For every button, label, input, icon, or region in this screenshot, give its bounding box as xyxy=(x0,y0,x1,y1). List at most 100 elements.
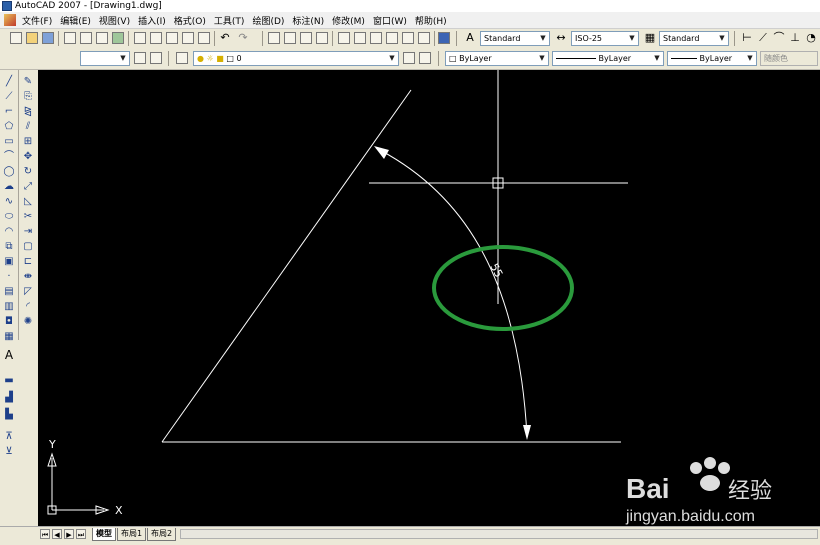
table-icon[interactable]: ▦ xyxy=(3,331,15,343)
extend-icon[interactable]: ⇥ xyxy=(22,226,34,238)
next-tab-icon[interactable]: ▶ xyxy=(64,529,74,539)
open-file-icon[interactable] xyxy=(26,32,38,44)
rotate-icon[interactable]: ↻ xyxy=(22,166,34,178)
radius-dimension-icon[interactable]: ◔ xyxy=(804,31,818,45)
drawing-canvas[interactable]: 55 Y X Bai 经验 jingyan.baidu.com xyxy=(38,70,820,526)
make-current-layer-icon[interactable] xyxy=(403,52,415,64)
mirror-icon[interactable]: ⧎ xyxy=(22,106,34,118)
ellipse-icon[interactable]: ⬭ xyxy=(3,211,15,223)
tab-layout2[interactable]: 布局2 xyxy=(147,528,177,541)
revision-cloud-icon[interactable]: ☁ xyxy=(3,181,15,193)
gradient-icon[interactable]: ▥ xyxy=(3,301,15,313)
join-icon[interactable]: ⇼ xyxy=(22,271,34,283)
tool-palettes-icon[interactable] xyxy=(370,32,382,44)
print-icon[interactable] xyxy=(64,32,76,44)
make-block-icon[interactable]: ▣ xyxy=(3,256,15,268)
toolbar-tool-1-icon[interactable]: ▬ xyxy=(3,375,15,387)
markup-icon[interactable] xyxy=(402,32,414,44)
workspace-select[interactable]: ▼ xyxy=(80,51,130,66)
menu-insert[interactable]: 插入(I) xyxy=(134,14,170,27)
trim-icon[interactable]: ✂ xyxy=(22,211,34,223)
hatch-icon[interactable]: ▤ xyxy=(3,286,15,298)
arc-length-icon[interactable]: ⌒ xyxy=(772,31,786,45)
offset-icon[interactable]: ⫽ xyxy=(22,121,34,133)
linetype-select[interactable]: ByLayer ▼ xyxy=(552,51,664,66)
undo-icon[interactable]: ↶ xyxy=(218,31,232,45)
ellipse-arc-icon[interactable]: ◠ xyxy=(3,226,15,238)
pan-icon[interactable] xyxy=(268,32,280,44)
tab-layout1[interactable]: 布局1 xyxy=(117,528,147,541)
erase-icon[interactable]: ✎ xyxy=(22,76,34,88)
move-icon[interactable]: ✥ xyxy=(22,151,34,163)
construction-line-icon[interactable]: ⟋ xyxy=(3,91,15,103)
spline-icon[interactable]: ∿ xyxy=(3,196,15,208)
toolbar-tool-4-icon[interactable]: ⊼ xyxy=(3,431,15,443)
region-icon[interactable]: ◘ xyxy=(3,316,15,328)
array-icon[interactable]: ⊞ xyxy=(22,136,34,148)
new-file-icon[interactable] xyxy=(10,32,22,44)
arc-icon[interactable]: ⌒ xyxy=(3,151,15,163)
dim-style-select[interactable]: ISO-25 ▼ xyxy=(571,31,639,46)
zoom-window-icon[interactable] xyxy=(300,32,312,44)
match-properties-icon[interactable] xyxy=(182,32,194,44)
first-tab-icon[interactable]: ⏮ xyxy=(40,529,50,539)
menu-file[interactable]: 文件(F) xyxy=(18,14,56,27)
zoom-previous-icon[interactable] xyxy=(316,32,328,44)
redo-icon[interactable]: ↷ xyxy=(236,31,250,45)
design-center-icon[interactable] xyxy=(354,32,366,44)
horizontal-scrollbar[interactable] xyxy=(180,529,818,539)
plot-icon[interactable] xyxy=(112,32,124,44)
workspace-settings-icon[interactable] xyxy=(134,52,146,64)
ordinate-dimension-icon[interactable]: ⊥ xyxy=(788,31,802,45)
prev-tab-icon[interactable]: ◀ xyxy=(52,529,62,539)
menu-window[interactable]: 窗口(W) xyxy=(369,14,411,27)
properties-icon[interactable] xyxy=(338,32,350,44)
layer-manager-icon[interactable] xyxy=(176,52,188,64)
autocad-app-icon[interactable] xyxy=(2,1,12,11)
help-icon[interactable] xyxy=(438,32,450,44)
save-icon[interactable] xyxy=(42,32,54,44)
line-icon[interactable]: ╱ xyxy=(3,76,15,88)
polyline-icon[interactable]: ⌐ xyxy=(3,106,15,118)
linear-dimension-icon[interactable]: ⊢ xyxy=(740,31,754,45)
publish-icon[interactable] xyxy=(96,32,108,44)
copy-icon[interactable] xyxy=(150,32,162,44)
layer-previous-icon[interactable] xyxy=(419,52,431,64)
break-at-point-icon[interactable]: ▢ xyxy=(22,241,34,253)
circle-icon[interactable]: ◯ xyxy=(3,166,15,178)
menu-dimension[interactable]: 标注(N) xyxy=(288,14,328,27)
print-preview-icon[interactable] xyxy=(80,32,92,44)
layer-select[interactable]: ● ☼ ■ □ 0 ▼ xyxy=(193,51,399,66)
menu-draw[interactable]: 绘图(D) xyxy=(248,14,288,27)
calculator-icon[interactable] xyxy=(418,32,430,44)
lock-icon[interactable] xyxy=(150,52,162,64)
point-icon[interactable]: · xyxy=(3,271,15,283)
document-menu-icon[interactable] xyxy=(4,14,16,26)
table-style-select[interactable]: Standard ▼ xyxy=(659,31,729,46)
break-icon[interactable]: ⊏ xyxy=(22,256,34,268)
scale-icon[interactable]: ⤢ xyxy=(22,181,34,193)
last-tab-icon[interactable]: ⏭ xyxy=(76,529,86,539)
paste-icon[interactable] xyxy=(166,32,178,44)
polygon-icon[interactable]: ⬠ xyxy=(3,121,15,133)
toolbar-tool-5-icon[interactable]: ⊻ xyxy=(3,446,15,458)
sheet-set-icon[interactable] xyxy=(386,32,398,44)
menu-tools[interactable]: 工具(T) xyxy=(210,14,249,27)
color-select[interactable]: □ ByLayer ▼ xyxy=(445,51,549,66)
menu-help[interactable]: 帮助(H) xyxy=(411,14,451,27)
lineweight-select[interactable]: ByLayer ▼ xyxy=(667,51,757,66)
zoom-realtime-icon[interactable] xyxy=(284,32,296,44)
multiline-text-icon[interactable]: A xyxy=(3,349,15,361)
menu-format[interactable]: 格式(O) xyxy=(170,14,210,27)
stretch-icon[interactable]: ◺ xyxy=(22,196,34,208)
text-style-select[interactable]: Standard ▼ xyxy=(480,31,550,46)
tab-model[interactable]: 模型 xyxy=(92,528,116,541)
cut-icon[interactable] xyxy=(134,32,146,44)
menu-view[interactable]: 视图(V) xyxy=(95,14,134,27)
menu-edit[interactable]: 编辑(E) xyxy=(56,14,95,27)
menu-modify[interactable]: 修改(M) xyxy=(328,14,369,27)
insert-block-icon[interactable]: ⧉ xyxy=(3,241,15,253)
toolbar-tool-3-icon[interactable]: ▙ xyxy=(3,409,15,421)
rectangle-icon[interactable]: ▭ xyxy=(3,136,15,148)
chamfer-icon[interactable]: ◸ xyxy=(22,286,34,298)
